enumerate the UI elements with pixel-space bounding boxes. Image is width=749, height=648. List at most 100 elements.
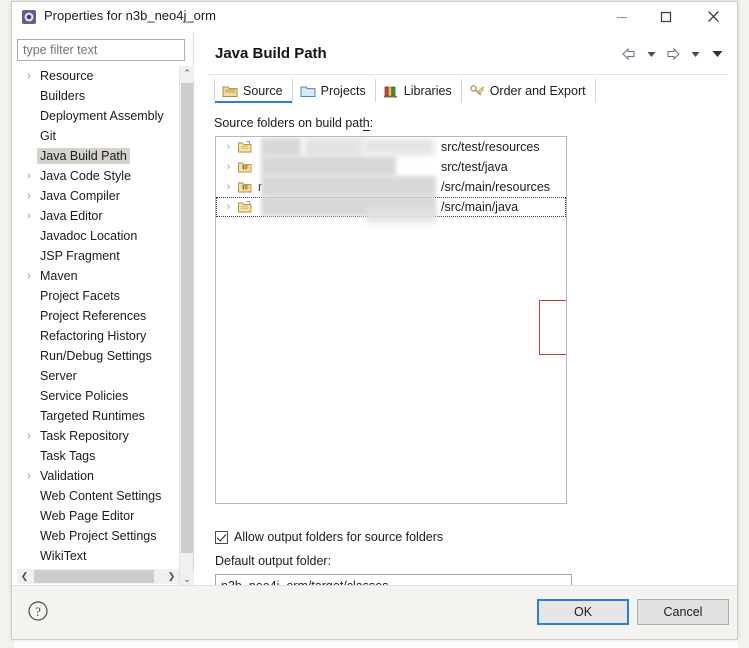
tab-libraries[interactable]: Libraries: [376, 79, 462, 102]
source-folder-row[interactable]: › /src/main/java: [216, 197, 566, 217]
sidebar-item-project-references[interactable]: Project References: [12, 306, 179, 326]
source-folder-icon: [237, 140, 253, 154]
chevron-right-icon[interactable]: ›: [23, 186, 35, 206]
sidebar-item-project-facets[interactable]: Project Facets: [12, 286, 179, 306]
chevron-right-icon[interactable]: ›: [223, 137, 234, 157]
chevron-right-icon[interactable]: ›: [23, 206, 35, 226]
sidebar-item-wikitext[interactable]: WikiText: [12, 546, 179, 566]
chevron-right-icon[interactable]: ›: [23, 266, 35, 286]
sidebar-item-run-debug-settings[interactable]: Run/Debug Settings: [12, 346, 179, 366]
sidebar-item-label: Java Compiler: [40, 189, 120, 203]
libraries-books-icon: [383, 84, 399, 98]
tab-label: Source: [243, 83, 283, 98]
sidebar-item-server[interactable]: Server: [12, 366, 179, 386]
sidebar-item-jsp-fragment[interactable]: JSP Fragment: [12, 246, 179, 266]
ok-button-label: OK: [573, 605, 593, 619]
allow-output-folders-checkbox[interactable]: [215, 530, 228, 544]
source-folder-row[interactable]: › r/src/main/resources: [216, 177, 566, 197]
scroll-right-icon[interactable]: ❯: [164, 569, 179, 584]
h-scrollbar-thumb[interactable]: [34, 570, 154, 583]
package-folder-icon: [237, 180, 253, 194]
scroll-left-icon[interactable]: ❮: [17, 569, 32, 584]
sidebar-item-web-project-settings[interactable]: Web Project Settings: [12, 526, 179, 546]
forward-dropdown-chevron-down-icon[interactable]: [685, 44, 705, 64]
sidebar-item-java-editor[interactable]: › Java Editor: [12, 206, 179, 226]
chevron-right-icon[interactable]: ›: [223, 197, 234, 217]
scrollbar-thumb[interactable]: [181, 83, 193, 553]
sidebar-item-label: Run/Debug Settings: [40, 349, 152, 363]
maximize-button[interactable]: [644, 2, 688, 31]
window-title: Properties for n3b_neo4j_orm: [44, 8, 216, 23]
sidebar-item-javadoc-location[interactable]: Javadoc Location: [12, 226, 179, 246]
title-bar: Properties for n3b_neo4j_orm: [12, 2, 737, 33]
back-dropdown-chevron-down-icon[interactable]: [641, 44, 661, 64]
tab-source[interactable]: Source: [214, 79, 293, 103]
chevron-right-icon[interactable]: ›: [23, 166, 35, 186]
arrow-left-icon[interactable]: [619, 44, 639, 64]
source-folders-label-text: Source folders on build pat: [214, 116, 363, 130]
sidebar-item-label: Project References: [40, 309, 147, 323]
dialog-footer: ? OK Cancel: [12, 585, 737, 639]
tab-projects[interactable]: Projects: [293, 79, 376, 102]
source-folder-path: src/test/resources: [441, 140, 540, 154]
allow-output-folders-row[interactable]: Allow output folders for source folders: [215, 530, 443, 544]
ok-button[interactable]: OK: [537, 599, 629, 625]
sidebar-item-label: Resource: [40, 69, 94, 83]
sidebar-item-label: Task Repository: [40, 429, 129, 443]
close-button[interactable]: [691, 2, 735, 31]
filter-input[interactable]: [17, 39, 185, 61]
cancel-button[interactable]: Cancel: [637, 599, 729, 625]
help-question-icon[interactable]: ?: [26, 599, 50, 623]
sidebar-item-task-repository[interactable]: › Task Repository: [12, 426, 179, 446]
tab-order-and-export[interactable]: Order and Export: [462, 79, 596, 102]
sidebar-item-label: Project Facets: [40, 289, 120, 303]
build-path-tabs[interactable]: Source Projects Libraries Order and Export: [214, 78, 596, 103]
sidebar-horizontal-scrollbar[interactable]: ❮ ❯: [17, 569, 179, 584]
chevron-right-icon[interactable]: ›: [223, 157, 234, 177]
sidebar-item-label: Validation: [40, 469, 94, 483]
screen: Properties for n3b_neo4j_orm › Resource Bu…: [0, 0, 749, 648]
sidebar-item-java-code-style[interactable]: › Java Code Style: [12, 166, 179, 186]
sidebar-item-validation[interactable]: › Validation: [12, 466, 179, 486]
sidebar-item-java-compiler[interactable]: › Java Compiler: [12, 186, 179, 206]
source-folder-path: /src/main/resources: [441, 180, 551, 194]
sidebar-vertical-scrollbar[interactable]: ⌃ ⌄: [179, 66, 194, 587]
sidebar-item-maven[interactable]: › Maven: [12, 266, 179, 286]
sidebar-item-web-content-settings[interactable]: Web Content Settings: [12, 486, 179, 506]
sidebar-item-label: Git: [40, 129, 56, 143]
sidebar-item-java-build-path[interactable]: Java Build Path: [12, 146, 179, 166]
sidebar-item-deployment-assembly[interactable]: Deployment Assembly: [12, 106, 179, 126]
settings-tree[interactable]: › Resource Builders Deployment Assembly Git J…: [12, 66, 179, 586]
sidebar-item-label: Java Code Style: [40, 169, 132, 183]
sidebar-item-refactoring-history[interactable]: Refactoring History: [12, 326, 179, 346]
settings-sidebar: › Resource Builders Deployment Assembly Git J…: [12, 32, 194, 587]
sidebar-item-task-tags[interactable]: Task Tags: [12, 446, 179, 466]
sidebar-item-label: Web Page Editor: [40, 509, 135, 523]
scroll-up-icon[interactable]: ⌃: [180, 66, 194, 81]
source-folder-row[interactable]: › src/test/resources: [216, 137, 566, 157]
sidebar-item-label: Refactoring History: [40, 329, 147, 343]
sidebar-item-resource[interactable]: › Resource: [12, 66, 179, 86]
sidebar-item-label: Maven: [40, 269, 78, 283]
source-folder-path: /src/main/java: [441, 200, 519, 214]
red-annotation-rectangle: [539, 300, 566, 355]
tab-label: Order and Export: [489, 83, 586, 98]
sidebar-item-service-policies[interactable]: Service Policies: [12, 386, 179, 406]
minimize-button[interactable]: [600, 2, 644, 31]
chevron-right-icon[interactable]: ›: [23, 466, 35, 486]
sidebar-item-web-page-editor[interactable]: Web Page Editor: [12, 506, 179, 526]
order-export-icon: [469, 84, 485, 98]
chevron-right-icon[interactable]: ›: [23, 426, 35, 446]
view-menu-chevron-down-icon[interactable]: [707, 44, 727, 64]
chevron-right-icon[interactable]: ›: [223, 177, 234, 197]
sidebar-item-git[interactable]: Git: [12, 126, 179, 146]
sidebar-item-targeted-runtimes[interactable]: Targeted Runtimes: [12, 406, 179, 426]
svg-text:?: ?: [35, 604, 41, 619]
settings-page: Java Build Path Source Projects Librarie…: [194, 32, 737, 597]
sidebar-item-builders[interactable]: Builders: [12, 86, 179, 106]
chevron-right-icon[interactable]: ›: [23, 66, 35, 86]
source-folders-list[interactable]: › src/test/resources › src/test/java › r/src/…: [215, 136, 567, 504]
arrow-right-icon[interactable]: [663, 44, 683, 64]
source-folder-row[interactable]: › src/test/java: [216, 157, 566, 177]
sidebar-item-label: Server: [40, 369, 77, 383]
